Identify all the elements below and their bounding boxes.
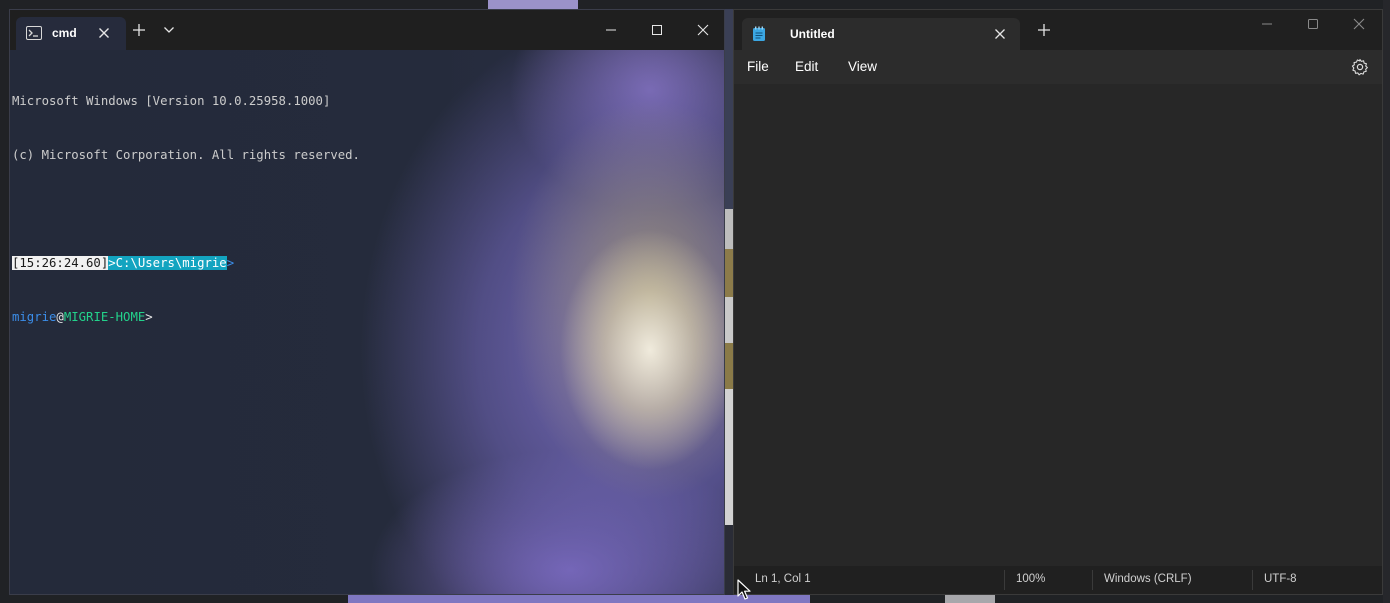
maximize-icon bbox=[652, 25, 662, 35]
copyright-line: (c) Microsoft Corporation. All rights re… bbox=[12, 148, 360, 162]
status-divider bbox=[1004, 570, 1005, 590]
menu-edit[interactable]: Edit bbox=[795, 59, 818, 74]
desktop-strip bbox=[0, 0, 1390, 9]
notepad-titlebar[interactable]: Untitled bbox=[734, 10, 1382, 50]
desktop-strip bbox=[725, 209, 733, 249]
desktop-strip bbox=[488, 0, 578, 9]
user-host-line: migrie@MIGRIE-HOME> bbox=[12, 308, 724, 326]
line-ending[interactable]: Windows (CRLF) bbox=[1104, 573, 1192, 585]
close-icon[interactable] bbox=[992, 26, 1008, 42]
tab-cmd[interactable]: cmd bbox=[16, 17, 126, 50]
minimize-button[interactable] bbox=[588, 10, 634, 50]
cursor-position: Ln 1, Col 1 bbox=[755, 573, 811, 585]
tab-title: cmd bbox=[52, 26, 77, 40]
maximize-button[interactable] bbox=[1290, 10, 1336, 38]
prompt-user: migrie bbox=[12, 310, 57, 324]
close-button[interactable] bbox=[1336, 10, 1382, 38]
terminal-titlebar[interactable]: cmd bbox=[10, 10, 724, 50]
gear-icon[interactable] bbox=[1351, 58, 1369, 76]
desktop-strip bbox=[0, 0, 9, 603]
notepad-icon bbox=[753, 26, 765, 41]
desktop-strip bbox=[945, 595, 995, 603]
tab-untitled[interactable]: Untitled bbox=[742, 18, 1020, 50]
terminal-output[interactable]: Microsoft Windows [Version 10.0.25958.10… bbox=[12, 56, 724, 594]
close-icon bbox=[1353, 18, 1365, 30]
new-tab-button[interactable] bbox=[1032, 10, 1056, 50]
desktop-strip bbox=[725, 249, 733, 297]
minimize-icon bbox=[1262, 23, 1272, 25]
tab-dropdown-button[interactable] bbox=[158, 10, 180, 50]
close-button[interactable] bbox=[680, 10, 724, 50]
prompt-host: MIGRIE-HOME bbox=[63, 310, 146, 324]
text-editor[interactable] bbox=[734, 84, 1382, 566]
status-bar: Ln 1, Col 1 100% Windows (CRLF) UTF-8 bbox=[734, 566, 1382, 594]
desktop-strip bbox=[725, 297, 733, 343]
chevron-down-icon bbox=[164, 27, 174, 33]
zoom-level[interactable]: 100% bbox=[1016, 573, 1045, 585]
plus-icon bbox=[1038, 24, 1050, 36]
notepad-window: Untitled File Edit View Ln 1, Col 1 100%… bbox=[733, 9, 1383, 595]
encoding[interactable]: UTF-8 bbox=[1264, 573, 1297, 585]
prompt-symbol: > bbox=[145, 310, 153, 324]
prompt-arrow: > bbox=[226, 256, 235, 270]
menu-file[interactable]: File bbox=[747, 59, 769, 74]
prompt-time: [15:26:24.60] bbox=[12, 256, 109, 270]
prompt-path: >C:\Users\migrie bbox=[108, 256, 227, 270]
mouse-pointer-icon bbox=[737, 579, 751, 600]
terminal-window: cmd Microsoft Windows [Version 10.0.2595… bbox=[9, 9, 725, 595]
desktop-strip bbox=[1383, 0, 1390, 603]
maximize-icon bbox=[1308, 19, 1318, 29]
status-divider bbox=[1092, 570, 1093, 590]
maximize-button[interactable] bbox=[634, 10, 680, 50]
terminal-prompt-icon bbox=[26, 26, 42, 40]
desktop-strip bbox=[725, 9, 733, 209]
prompt-line: [15:26:24.60]>C:\Users\migrie> bbox=[12, 254, 724, 272]
plus-icon bbox=[133, 24, 145, 36]
new-tab-button[interactable] bbox=[128, 10, 150, 50]
minimize-button[interactable] bbox=[1244, 10, 1290, 38]
status-divider bbox=[1252, 570, 1253, 590]
close-icon bbox=[697, 24, 709, 36]
version-line: Microsoft Windows [Version 10.0.25958.10… bbox=[12, 94, 331, 108]
desktop-strip bbox=[725, 525, 733, 595]
prompt-at: @ bbox=[56, 310, 64, 324]
menu-view[interactable]: View bbox=[848, 59, 877, 74]
desktop-strip bbox=[725, 343, 733, 389]
close-icon[interactable] bbox=[96, 25, 112, 41]
minimize-icon bbox=[606, 29, 616, 31]
menu-bar: File Edit View bbox=[734, 50, 1382, 84]
tab-title: Untitled bbox=[790, 27, 835, 41]
desktop-strip bbox=[725, 389, 733, 525]
